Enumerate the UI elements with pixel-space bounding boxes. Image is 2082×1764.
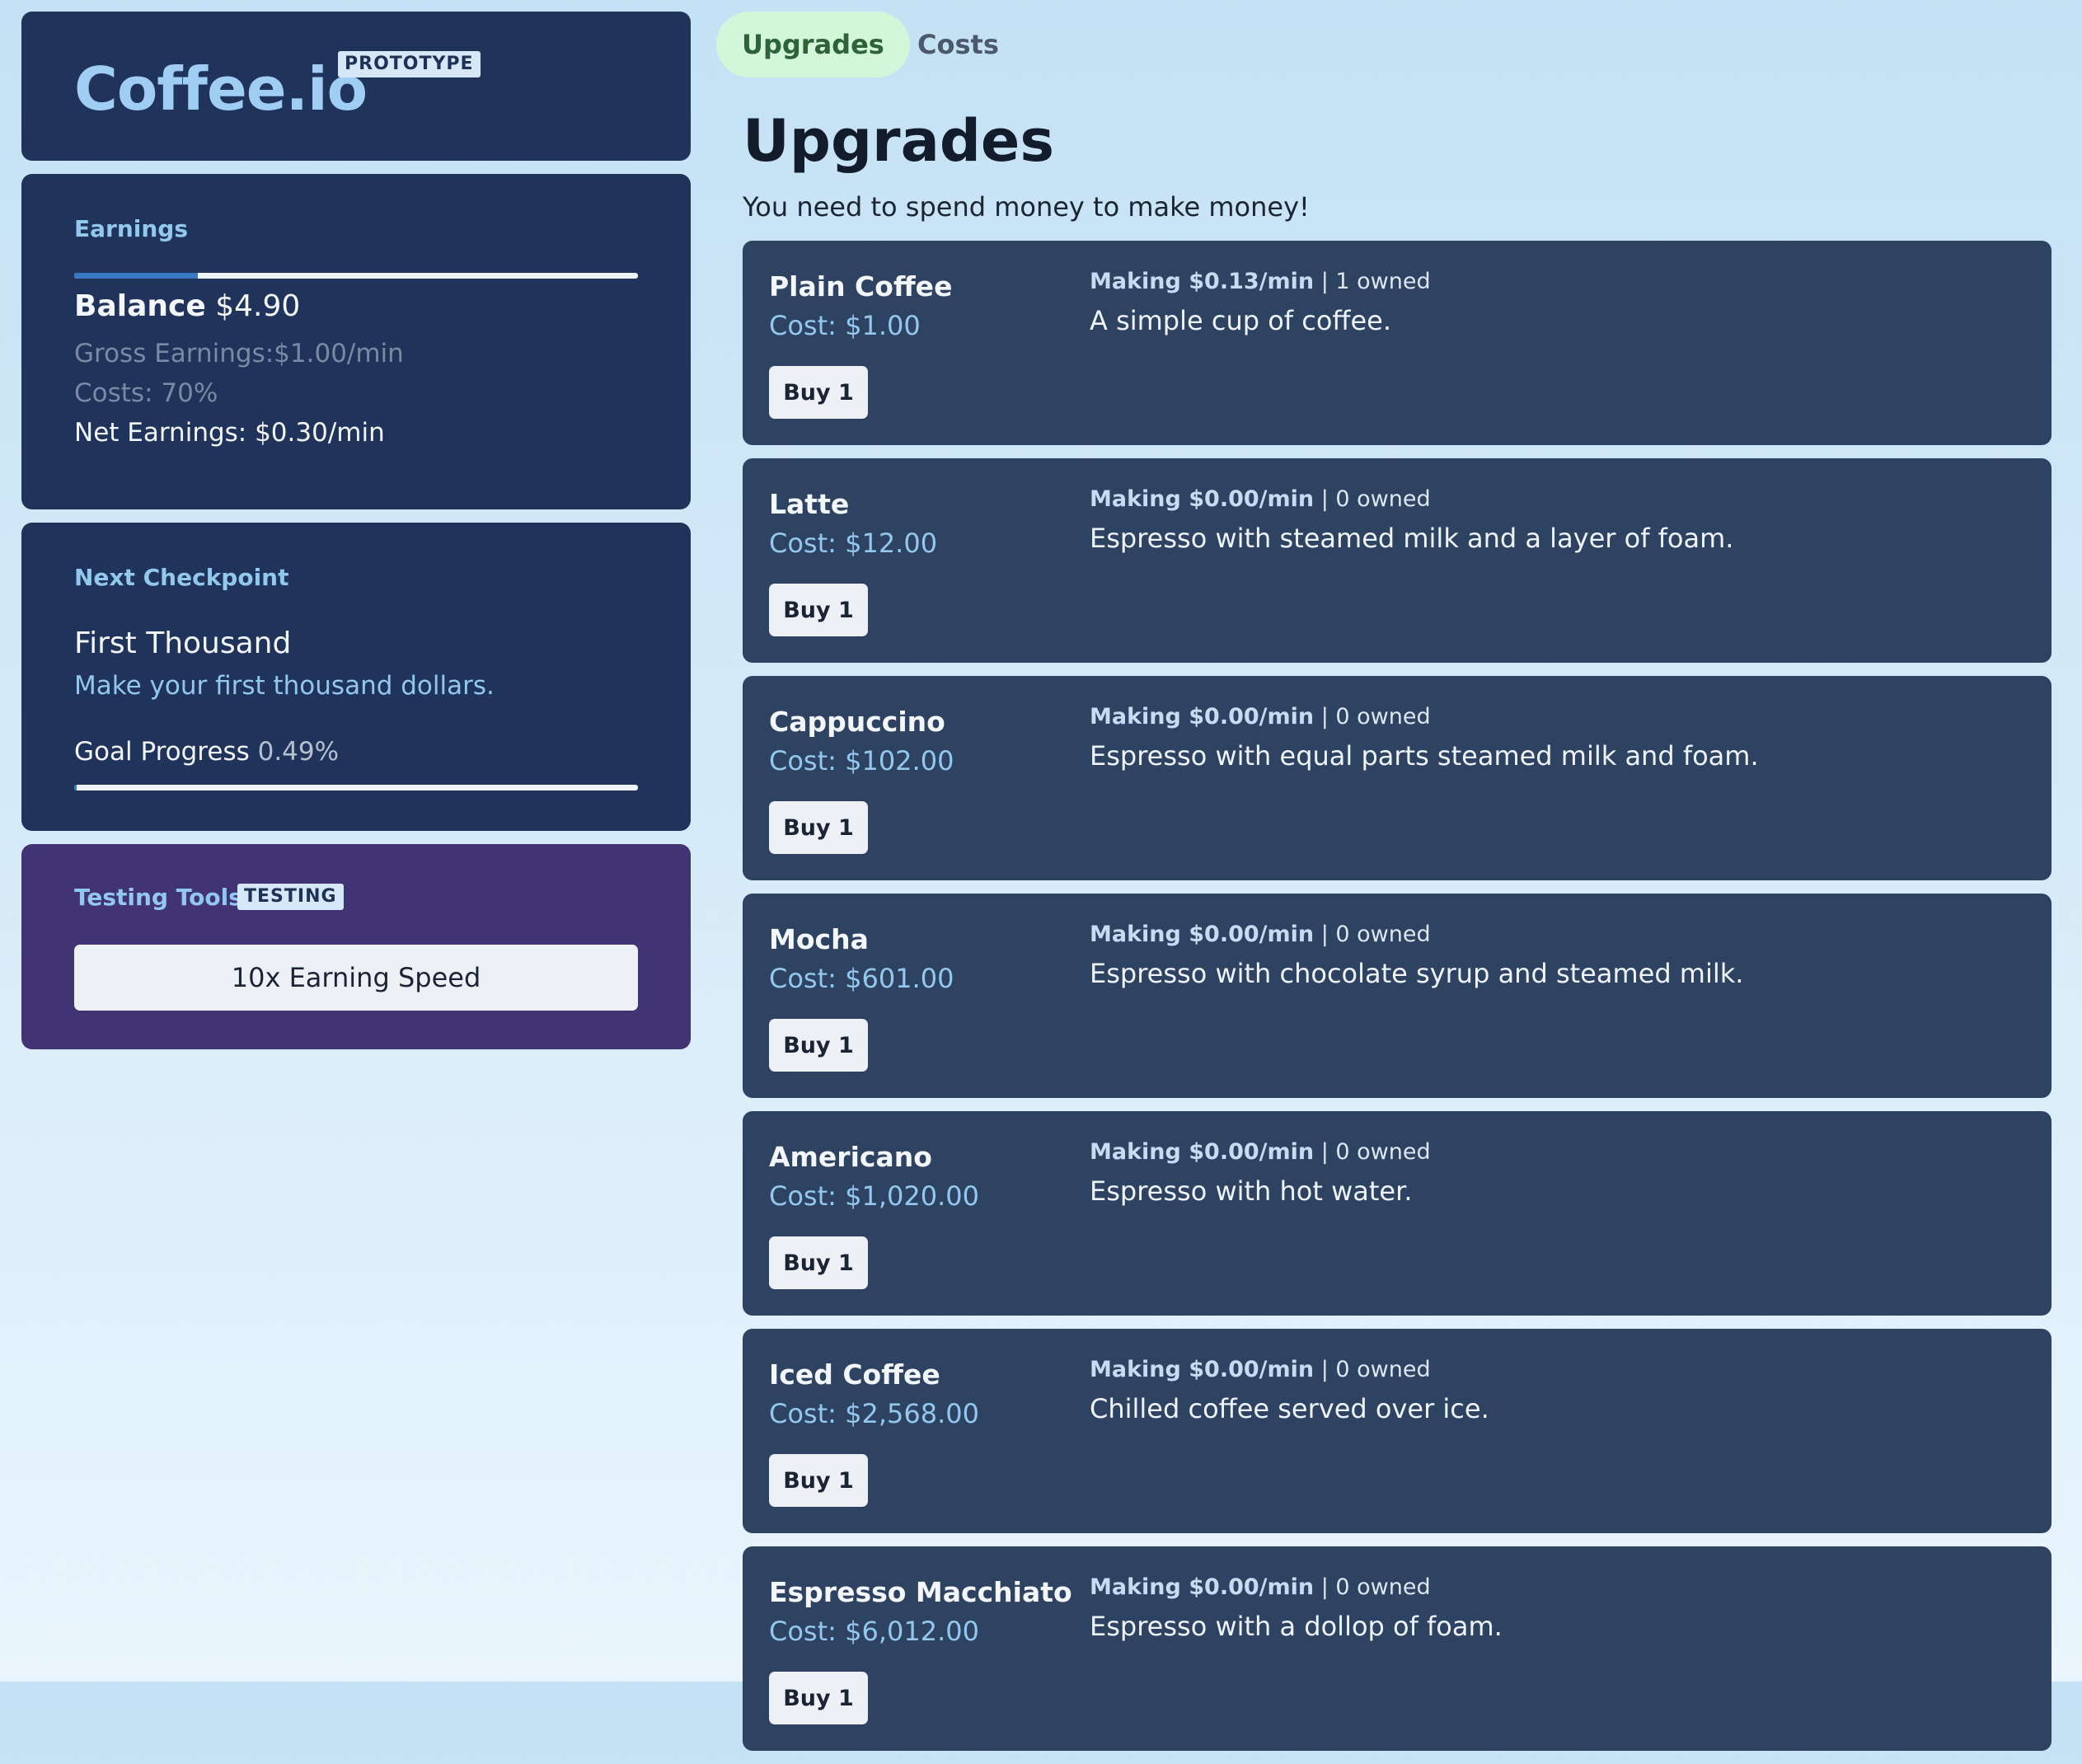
upgrade-item: Espresso Macchiato Cost: $6,012.00 Buy 1… bbox=[743, 1546, 2052, 1751]
earnings-card: Earnings Balance $4.90 Gross Earnings:$1… bbox=[21, 174, 691, 509]
upgrade-meta: Making $0.00/min | 0 owned bbox=[1090, 1139, 1431, 1165]
upgrade-description: Espresso with a dollop of foam. bbox=[1090, 1611, 1503, 1642]
page-title: Upgrades bbox=[743, 107, 1055, 175]
buy-button[interactable]: Buy 1 bbox=[769, 1454, 868, 1507]
main-content: Upgrades Costs Upgrades You need to spen… bbox=[716, 12, 2052, 1751]
upgrade-owned: | 0 owned bbox=[1314, 922, 1431, 947]
page-subtitle: You need to spend money to make money! bbox=[743, 191, 1310, 223]
gross-earnings: Gross Earnings:$1.00/min bbox=[74, 339, 404, 368]
tab-costs[interactable]: Costs bbox=[917, 12, 999, 77]
buy-button[interactable]: Buy 1 bbox=[769, 584, 868, 636]
upgrade-cost: Cost: $2,568.00 bbox=[769, 1398, 979, 1429]
upgrade-name: Americano bbox=[769, 1141, 932, 1173]
upgrade-meta: Making $0.00/min | 0 owned bbox=[1090, 1574, 1431, 1600]
upgrade-rate: Making $0.00/min bbox=[1090, 704, 1315, 730]
buy-button[interactable]: Buy 1 bbox=[769, 1672, 868, 1724]
upgrade-cost: Cost: $1.00 bbox=[769, 310, 921, 341]
upgrade-name: Mocha bbox=[769, 923, 869, 955]
upgrade-name: Espresso Macchiato bbox=[769, 1576, 1072, 1608]
upgrade-cost: Cost: $12.00 bbox=[769, 528, 938, 559]
upgrade-item: Cappuccino Cost: $102.00 Buy 1 Making $0… bbox=[743, 676, 2052, 880]
upgrade-name: Plain Coffee bbox=[769, 270, 953, 303]
upgrade-rate: Making $0.00/min bbox=[1090, 922, 1315, 947]
upgrade-description: Espresso with equal parts steamed milk a… bbox=[1090, 740, 1759, 772]
testing-badge: TESTING bbox=[237, 884, 344, 911]
checkpoint-label: Next Checkpoint bbox=[74, 564, 289, 591]
goal-progress-label: Goal Progress bbox=[74, 737, 250, 767]
tab-upgrades[interactable]: Upgrades bbox=[716, 12, 910, 77]
upgrade-owned: | 0 owned bbox=[1314, 704, 1431, 730]
prototype-badge: PROTOTYPE bbox=[338, 51, 481, 78]
balance: Balance $4.90 bbox=[74, 289, 300, 323]
buy-button[interactable]: Buy 1 bbox=[769, 1019, 868, 1072]
upgrade-rate: Making $0.13/min bbox=[1090, 269, 1315, 294]
balance-label: Balance bbox=[74, 289, 206, 323]
upgrade-rate: Making $0.00/min bbox=[1090, 1357, 1315, 1382]
upgrade-cost: Cost: $6,012.00 bbox=[769, 1616, 979, 1647]
upgrade-list: Plain Coffee Cost: $1.00 Buy 1 Making $0… bbox=[743, 241, 2052, 1764]
upgrade-name: Iced Coffee bbox=[769, 1358, 940, 1391]
upgrade-owned: | 0 owned bbox=[1314, 1357, 1431, 1382]
app-title: Coffee.io bbox=[74, 54, 368, 124]
upgrade-meta: Making $0.00/min | 0 owned bbox=[1090, 486, 1431, 512]
earnings-progress-fill bbox=[74, 273, 199, 279]
upgrade-item: Latte Cost: $12.00 Buy 1 Making $0.00/mi… bbox=[743, 458, 2052, 663]
earning-speed-button[interactable]: 10x Earning Speed bbox=[74, 945, 638, 1011]
upgrade-cost: Cost: $102.00 bbox=[769, 745, 954, 776]
upgrade-cost: Cost: $601.00 bbox=[769, 963, 954, 994]
upgrade-meta: Making $0.00/min | 0 owned bbox=[1090, 704, 1431, 730]
sidebar: Coffee.io PROTOTYPE Earnings Balance $4.… bbox=[21, 12, 691, 1063]
upgrade-cost: Cost: $1,020.00 bbox=[769, 1180, 979, 1212]
upgrade-description: Chilled coffee served over ice. bbox=[1090, 1393, 1489, 1424]
goal-progress-bar bbox=[74, 785, 638, 791]
balance-value: $4.90 bbox=[215, 289, 301, 323]
upgrade-item: Mocha Cost: $601.00 Buy 1 Making $0.00/m… bbox=[743, 894, 2052, 1098]
upgrade-description: Espresso with chocolate syrup and steame… bbox=[1090, 958, 1744, 989]
upgrade-owned: | 0 owned bbox=[1314, 1139, 1431, 1165]
upgrade-item: Iced Coffee Cost: $2,568.00 Buy 1 Making… bbox=[743, 1329, 2052, 1533]
upgrade-rate: Making $0.00/min bbox=[1090, 486, 1315, 512]
buy-button[interactable]: Buy 1 bbox=[769, 1236, 868, 1289]
upgrade-rate: Making $0.00/min bbox=[1090, 1139, 1315, 1165]
upgrade-meta: Making $0.00/min | 0 owned bbox=[1090, 922, 1431, 947]
upgrade-name: Cappuccino bbox=[769, 706, 945, 738]
checkpoint-card: Next Checkpoint First Thousand Make your… bbox=[21, 523, 691, 831]
upgrade-rate: Making $0.00/min bbox=[1090, 1574, 1315, 1600]
brand-card: Coffee.io PROTOTYPE bbox=[21, 12, 691, 161]
costs-percent: Costs: 70% bbox=[74, 378, 218, 408]
checkpoint-title: First Thousand bbox=[74, 626, 292, 660]
tab-bar: Upgrades Costs bbox=[716, 12, 2052, 77]
buy-button[interactable]: Buy 1 bbox=[769, 366, 868, 419]
testing-tools-card: Testing Tools TESTING 10x Earning Speed bbox=[21, 844, 691, 1049]
upgrade-meta: Making $0.00/min | 0 owned bbox=[1090, 1357, 1431, 1382]
buy-button[interactable]: Buy 1 bbox=[769, 801, 868, 854]
goal-progress-fill bbox=[74, 785, 77, 791]
upgrade-item: Americano Cost: $1,020.00 Buy 1 Making $… bbox=[743, 1111, 2052, 1316]
upgrade-owned: | 0 owned bbox=[1314, 1574, 1431, 1600]
upgrade-item: Plain Coffee Cost: $1.00 Buy 1 Making $0… bbox=[743, 241, 2052, 445]
upgrade-meta: Making $0.13/min | 1 owned bbox=[1090, 269, 1431, 294]
net-earnings: Net Earnings: $0.30/min bbox=[74, 418, 385, 448]
upgrade-owned: | 0 owned bbox=[1314, 486, 1431, 512]
checkpoint-description: Make your first thousand dollars. bbox=[74, 671, 495, 701]
upgrade-owned: | 1 owned bbox=[1314, 269, 1431, 294]
upgrade-description: A simple cup of coffee. bbox=[1090, 305, 1391, 336]
upgrade-description: Espresso with hot water. bbox=[1090, 1175, 1413, 1207]
upgrade-name: Latte bbox=[769, 488, 850, 520]
earnings-label: Earnings bbox=[74, 215, 189, 242]
goal-progress-value: 0.49% bbox=[257, 737, 340, 767]
goal-progress: Goal Progress 0.49% bbox=[74, 737, 339, 767]
upgrade-description: Espresso with steamed milk and a layer o… bbox=[1090, 523, 1734, 554]
earnings-progress-bar bbox=[74, 273, 638, 279]
testing-tools-label: Testing Tools bbox=[74, 884, 242, 911]
